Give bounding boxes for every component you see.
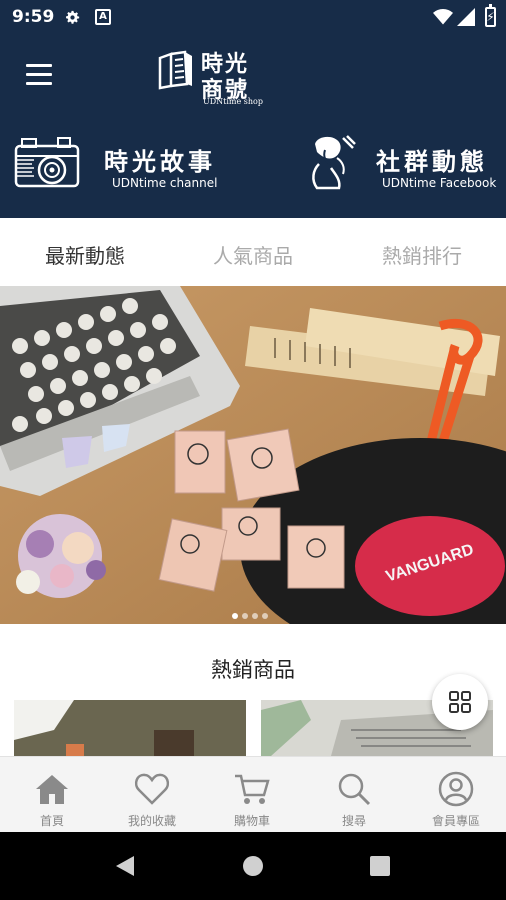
product-card[interactable] [14, 700, 246, 756]
nav-member[interactable]: 會員專區 [406, 757, 506, 833]
carousel-dot[interactable] [232, 613, 238, 619]
logo-subtitle: UDNtime shop [203, 97, 263, 106]
battery-icon: ⚡ [485, 4, 496, 27]
channel-subtitle: UDNtime Facebook [382, 176, 497, 190]
tab-bar: 最新動態 人氣商品 熱銷排行 [0, 218, 506, 286]
camera-icon [14, 137, 80, 188]
product-image [14, 700, 246, 756]
nav-label: 會員專區 [431, 814, 480, 828]
carousel-indicators [232, 604, 272, 623]
bottom-navigation: 首頁 我的收藏 購物車 搜尋 會員專區 [0, 756, 506, 832]
cart-icon [235, 774, 270, 804]
nav-label: 購物車 [233, 814, 270, 828]
nav-label: 我的收藏 [127, 814, 176, 828]
banner-carousel[interactable]: VANGUARD [0, 286, 506, 624]
heart-icon [134, 773, 170, 805]
nav-favorites[interactable]: 我的收藏 [102, 757, 202, 833]
search-icon [338, 773, 371, 806]
banner-image: VANGUARD [0, 286, 506, 624]
menu-button[interactable] [26, 64, 52, 86]
status-bar: 9:59 A ⚡ [0, 0, 506, 34]
signal-icon [457, 8, 475, 26]
wifi-icon [433, 9, 453, 25]
logo-book-icon [158, 50, 192, 90]
tab-latest[interactable]: 最新動態 [5, 240, 165, 269]
system-navigation-bar [0, 832, 506, 900]
home-icon [36, 775, 68, 804]
tab-bestseller[interactable]: 熱銷排行 [342, 240, 502, 269]
carousel-dot[interactable] [252, 613, 258, 619]
nav-cart[interactable]: 購物車 [202, 757, 302, 833]
gear-icon [66, 10, 80, 24]
grid-view-button[interactable] [432, 674, 488, 730]
channel-title: 時光故事 [104, 148, 216, 176]
app-logo[interactable]: 時光 商號 UDNtime shop [157, 44, 267, 106]
carousel-dot[interactable] [242, 613, 248, 619]
channel-title: 社群動態 [376, 148, 488, 176]
carousel-dot[interactable] [262, 613, 268, 619]
illustration-woman-icon [312, 135, 356, 190]
back-icon[interactable] [114, 854, 136, 878]
home-system-button[interactable] [243, 856, 263, 876]
nav-label: 首頁 [39, 814, 64, 828]
channel-story-link[interactable]: 時光故事 UDNtime channel [14, 134, 234, 196]
nav-home[interactable]: 首頁 [2, 757, 102, 833]
a-notification-icon: A [95, 9, 111, 25]
channel-subtitle: UDNtime channel [112, 176, 218, 190]
hot-products-title: 熱銷商品 [211, 658, 295, 682]
recents-button[interactable] [370, 856, 390, 876]
app-header: 時光 商號 UDNtime shop 時光故事 UDNtime channel … [0, 34, 506, 218]
status-time: 9:59 [12, 7, 55, 27]
tab-popular[interactable]: 人氣商品 [173, 240, 333, 269]
user-icon [438, 771, 474, 807]
nav-label: 搜尋 [341, 814, 366, 828]
grid-icon [449, 691, 471, 713]
nav-search[interactable]: 搜尋 [304, 757, 404, 833]
channel-facebook-link[interactable]: 社群動態 UDNtime Facebook [300, 134, 500, 196]
